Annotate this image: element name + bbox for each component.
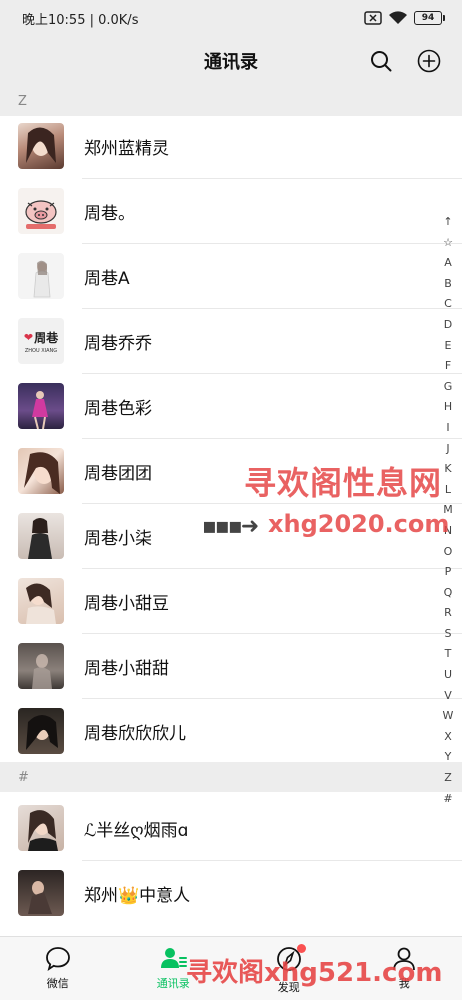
index-letter[interactable]: S	[445, 624, 452, 645]
avatar	[18, 708, 64, 754]
wifi-icon	[389, 11, 407, 24]
index-letter[interactable]: C	[444, 294, 452, 315]
index-letter[interactable]: D	[444, 315, 452, 336]
avatar	[18, 253, 64, 299]
index-letter[interactable]: H	[444, 397, 452, 418]
contact-item[interactable]: 周巷欣欣欣儿	[0, 699, 440, 763]
contact-name: 周巷乔乔	[84, 333, 152, 354]
index-letter[interactable]: E	[445, 336, 452, 357]
index-letter[interactable]: K	[444, 459, 451, 480]
add-circle-icon	[417, 49, 441, 73]
avatar	[18, 870, 64, 916]
contact-name: 周巷小柒	[84, 528, 152, 549]
chat-icon	[45, 947, 70, 972]
close-box-icon	[364, 11, 382, 25]
add-button[interactable]	[416, 48, 442, 74]
contact-item[interactable]: 周巷。	[0, 179, 440, 243]
contact-name: 周巷小甜豆	[84, 593, 169, 614]
index-letter[interactable]: I	[446, 418, 449, 439]
tab-label: 微信	[46, 977, 69, 990]
avatar-subtext: ZHOU XIANG	[24, 347, 58, 354]
avatar	[18, 188, 64, 234]
index-letter[interactable]: T	[445, 644, 452, 665]
status-bar: 晚上10:55 | 0.0K/s 94	[0, 0, 462, 36]
index-letter[interactable]: B	[444, 274, 452, 295]
section-header-hash: #	[0, 762, 462, 792]
contact-name: 郑州蓝精灵	[84, 138, 169, 159]
index-letter[interactable]: O	[444, 542, 453, 563]
contact-item[interactable]: 周巷小甜甜	[0, 634, 440, 698]
index-letter[interactable]: U	[444, 665, 452, 686]
watermark-footer: 寻欢阁xhg521.com	[186, 958, 443, 988]
index-letter[interactable]: ↑	[443, 212, 452, 233]
avatar	[18, 805, 64, 851]
tab-chats[interactable]: 微信	[0, 937, 116, 1000]
watermark-url: xhg2020.com	[268, 510, 450, 538]
index-letter[interactable]: A	[444, 253, 452, 274]
heart-icon: ❤	[23, 330, 34, 344]
index-letter[interactable]: G	[444, 377, 453, 398]
index-letter[interactable]: Q	[444, 583, 453, 604]
avatar	[18, 513, 64, 559]
title-bar: 通讯录	[0, 36, 462, 86]
index-letter[interactable]: P	[445, 562, 452, 583]
contacts-icon	[161, 948, 188, 968]
section-header-z: Z	[0, 86, 462, 116]
status-time: 晚上10:55 | 0.0K/s	[22, 12, 139, 28]
avatar	[18, 448, 64, 494]
contact-item[interactable]: 周巷A	[0, 244, 440, 308]
avatar	[18, 383, 64, 429]
contact-name: ℒ半丝ღ烟雨ɑ	[84, 820, 189, 841]
contact-name: 郑州👑中意人	[84, 885, 191, 906]
search-button[interactable]	[368, 48, 394, 74]
contact-item[interactable]: ℒ半丝ღ烟雨ɑ	[0, 796, 440, 860]
avatar	[18, 123, 64, 169]
page-title: 通讯录	[204, 52, 258, 73]
contact-name: 周巷。	[84, 203, 135, 224]
index-letter[interactable]: L	[445, 480, 451, 501]
index-letter[interactable]: X	[444, 727, 452, 748]
index-letter[interactable]: Z	[444, 768, 452, 789]
search-icon	[371, 51, 392, 72]
index-letter[interactable]: F	[445, 356, 451, 377]
contact-item[interactable]: 周巷色彩	[0, 374, 440, 438]
arrow-icon: ▪▪▪➜	[202, 514, 259, 539]
contact-name: 周巷团团	[84, 463, 152, 484]
contact-item[interactable]: 郑州👑中意人	[0, 861, 440, 925]
battery-icon: 94	[414, 11, 445, 25]
index-letter[interactable]: #	[443, 789, 452, 810]
tab-label: 通讯录	[156, 977, 190, 990]
avatar	[18, 643, 64, 689]
contact-item[interactable]: 郑州蓝精灵	[0, 114, 440, 178]
contact-name: 周巷小甜甜	[84, 658, 169, 679]
contact-item[interactable]: ❤ 周巷 ZHOU XIANG 周巷乔乔	[0, 309, 440, 373]
avatar-text: 周巷	[34, 330, 59, 345]
index-letter[interactable]: V	[444, 686, 452, 707]
index-letter[interactable]: J	[446, 439, 449, 460]
avatar	[18, 578, 64, 624]
contact-name: 周巷色彩	[84, 398, 152, 419]
contact-name: 周巷欣欣欣儿	[84, 723, 186, 744]
status-icons: 94	[364, 11, 445, 25]
avatar: ❤ 周巷 ZHOU XIANG	[18, 318, 64, 364]
watermark-text: 寻欢阁性息网	[244, 464, 443, 502]
index-letter[interactable]: W	[443, 706, 454, 727]
contact-item[interactable]: 周巷小甜豆	[0, 569, 440, 633]
index-letter[interactable]: R	[444, 603, 452, 624]
section-letter: Z	[18, 93, 27, 109]
section-letter: #	[18, 769, 29, 785]
index-letter[interactable]: Y	[445, 747, 452, 768]
index-letter[interactable]: ☆	[443, 233, 453, 254]
contact-name: 周巷A	[84, 268, 130, 289]
